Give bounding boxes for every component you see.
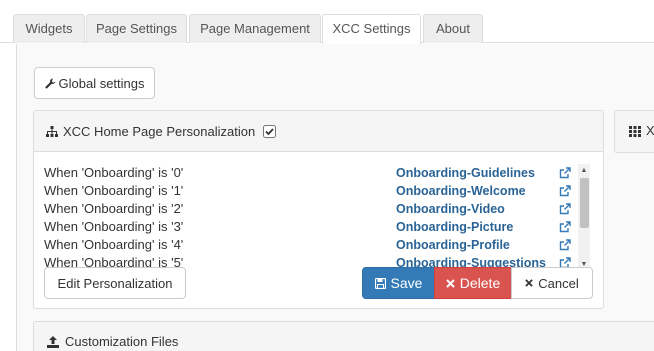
list-item: When 'Onboarding' is '0' Onboarding-Guid… bbox=[44, 164, 574, 182]
right-panel-title: X bbox=[646, 123, 654, 138]
personalization-title: XCC Home Page Personalization bbox=[63, 123, 256, 139]
external-link-icon[interactable] bbox=[559, 236, 572, 254]
list-item: When 'Onboarding' is '1' Onboarding-Welc… bbox=[44, 182, 574, 200]
page-link[interactable]: Onboarding-Picture bbox=[396, 218, 513, 236]
cancel-label: Cancel bbox=[538, 275, 579, 291]
page-link[interactable]: Onboarding-Profile bbox=[396, 236, 510, 254]
rule-condition: When 'Onboarding' is '4' bbox=[44, 237, 184, 252]
tab-about[interactable]: About bbox=[423, 14, 483, 43]
save-label: Save bbox=[390, 275, 423, 291]
personalization-enabled-checkbox[interactable] bbox=[263, 124, 277, 138]
external-link-icon[interactable] bbox=[559, 218, 572, 236]
wrench-icon bbox=[44, 77, 56, 89]
list-item: When 'Onboarding' is '3' Onboarding-Pict… bbox=[44, 218, 574, 236]
edit-personalization-button[interactable]: Edit Personalization bbox=[44, 267, 186, 299]
page-link[interactable]: Onboarding-Welcome bbox=[396, 182, 526, 200]
rule-condition: When 'Onboarding' is '3' bbox=[44, 219, 184, 234]
page-link[interactable]: Onboarding-Guidelines bbox=[396, 164, 535, 182]
global-settings-button[interactable]: Global settings bbox=[34, 67, 155, 99]
external-link-icon[interactable] bbox=[559, 164, 572, 182]
sitemap-icon bbox=[46, 125, 58, 137]
personalization-rules-list: When 'Onboarding' is '0' Onboarding-Guid… bbox=[44, 164, 606, 271]
right-panel: X bbox=[614, 110, 654, 153]
customization-files-title: Customization Files bbox=[65, 334, 179, 349]
tab-content: Global settings XCC Home Page Personaliz… bbox=[16, 44, 654, 351]
rule-condition: When 'Onboarding' is '2' bbox=[44, 201, 184, 216]
tab-xcc-settings[interactable]: XCC Settings bbox=[322, 14, 421, 44]
page-link[interactable]: Onboarding-Video bbox=[396, 200, 505, 218]
global-settings-label: Global settings bbox=[58, 75, 145, 91]
rules-scrollbar[interactable]: ▲ ▼ bbox=[578, 164, 590, 270]
save-button[interactable]: Save bbox=[362, 267, 435, 299]
delete-x-icon bbox=[446, 278, 455, 288]
delete-label: Delete bbox=[459, 275, 501, 291]
external-link-icon[interactable] bbox=[559, 182, 572, 200]
list-item: When 'Onboarding' is '2' Onboarding-Vide… bbox=[44, 200, 574, 218]
external-link-icon[interactable] bbox=[559, 200, 572, 218]
delete-button[interactable]: Delete bbox=[434, 267, 512, 299]
cancel-x-icon bbox=[525, 279, 534, 287]
tab-page-settings[interactable]: Page Settings bbox=[86, 14, 187, 43]
customization-files-panel: Customization Files bbox=[33, 321, 654, 351]
rule-condition: When 'Onboarding' is '0' bbox=[44, 165, 184, 180]
tab-page-management[interactable]: Page Management bbox=[189, 14, 321, 43]
tab-bar: Widgets Page Settings Page Management XC… bbox=[0, 0, 654, 44]
floppy-icon bbox=[374, 277, 386, 289]
upload-icon bbox=[47, 336, 59, 348]
cancel-button[interactable]: Cancel bbox=[511, 267, 593, 299]
tab-widgets[interactable]: Widgets bbox=[13, 14, 85, 43]
grid-icon bbox=[629, 126, 641, 137]
scroll-up-icon[interactable]: ▲ bbox=[578, 164, 590, 176]
personalization-panel-header: XCC Home Page Personalization bbox=[34, 111, 603, 152]
rule-condition: When 'Onboarding' is '1' bbox=[44, 183, 184, 198]
personalization-panel: XCC Home Page Personalization When 'Onbo… bbox=[33, 110, 604, 309]
scroll-thumb[interactable] bbox=[580, 178, 589, 228]
list-item: When 'Onboarding' is '4' Onboarding-Prof… bbox=[44, 236, 574, 254]
